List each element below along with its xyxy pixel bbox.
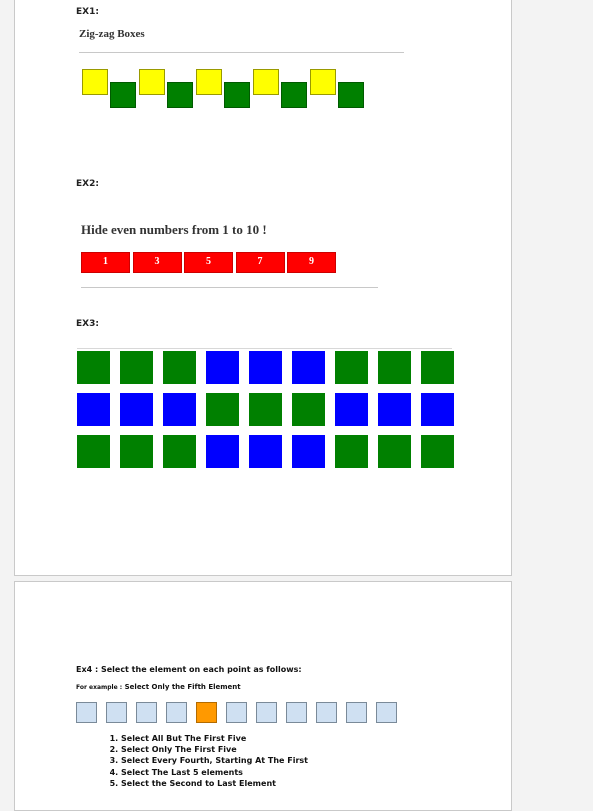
task-item: Select Every Fourth, Starting At The Fir… — [121, 755, 308, 766]
number-box: 5 — [184, 252, 233, 273]
green-grid-cell — [77, 351, 110, 384]
ex3-label: EX3: — [76, 319, 99, 329]
ex1-title: Zig-zag Boxes — [79, 28, 145, 40]
example-box — [256, 702, 277, 723]
green-grid-cell — [120, 435, 153, 468]
exercises-panel-1: EX1: Zig-zag Boxes EX2: Hide even number… — [14, 0, 512, 576]
green-zigzag-box — [338, 82, 364, 108]
blue-grid-cell — [163, 393, 196, 426]
number-box: 7 — [235, 252, 285, 273]
example-box — [226, 702, 247, 723]
yellow-zigzag-box — [253, 69, 279, 95]
example-box — [106, 702, 127, 723]
blue-grid-cell — [77, 393, 110, 426]
ex2-divider — [81, 287, 378, 288]
ex1-divider — [79, 52, 404, 53]
green-grid-cell — [77, 435, 110, 468]
green-zigzag-box — [281, 82, 307, 108]
green-grid-cell — [163, 351, 196, 384]
green-grid-cell — [292, 393, 325, 426]
task-item: Select All But The First Five — [121, 733, 308, 744]
blue-grid-cell — [206, 435, 239, 468]
blue-grid-cell — [292, 351, 325, 384]
green-grid-cell — [163, 435, 196, 468]
green-grid-cell — [335, 435, 368, 468]
ex4-title: Ex4 : Select the element on each point a… — [76, 665, 302, 674]
green-grid-cell — [120, 351, 153, 384]
grid-top-line — [77, 348, 452, 349]
green-grid-cell — [421, 435, 454, 468]
green-grid-cell — [378, 435, 411, 468]
blue-grid-cell — [120, 393, 153, 426]
example-box — [166, 702, 187, 723]
example-box — [376, 702, 397, 723]
example-box — [136, 702, 157, 723]
green-grid-cell — [206, 393, 239, 426]
green-zigzag-box — [110, 82, 136, 108]
number-box: 1 — [81, 252, 130, 273]
ex2-label: EX2: — [76, 179, 99, 189]
blue-grid-cell — [292, 435, 325, 468]
green-grid-cell — [378, 351, 411, 384]
yellow-zigzag-box — [310, 69, 336, 95]
yellow-zigzag-box — [196, 69, 222, 95]
number-box: 9 — [287, 252, 336, 273]
blue-grid-cell — [378, 393, 411, 426]
task-item: Select Only The First Five — [121, 744, 308, 755]
exercises-panel-2: Ex4 : Select the element on each point a… — [14, 581, 512, 811]
green-grid-cell — [249, 393, 282, 426]
ex1-label: EX1: — [76, 7, 99, 17]
blue-grid-cell — [206, 351, 239, 384]
ex4-example-prefix: For example : — [76, 684, 123, 691]
green-zigzag-box — [224, 82, 250, 108]
ex4-example-text: Select Only the Fifth Element — [124, 683, 241, 691]
ex2-title: Hide even numbers from 1 to 10 ! — [81, 222, 267, 237]
ex4-example: For example : Select Only the Fifth Elem… — [76, 683, 241, 691]
example-box — [346, 702, 367, 723]
blue-grid-cell — [249, 351, 282, 384]
green-grid-cell — [335, 351, 368, 384]
yellow-zigzag-box — [82, 69, 108, 95]
task-item: Select The Last 5 elements — [121, 767, 308, 778]
example-box — [76, 702, 97, 723]
blue-grid-cell — [421, 393, 454, 426]
selected-example-box — [196, 702, 217, 723]
example-box — [316, 702, 337, 723]
yellow-zigzag-box — [139, 69, 165, 95]
ex4-task-list: Select All But The First Five Select Onl… — [105, 733, 308, 789]
green-grid-cell — [421, 351, 454, 384]
number-box: 3 — [132, 252, 182, 273]
blue-grid-cell — [249, 435, 282, 468]
blue-grid-cell — [335, 393, 368, 426]
green-zigzag-box — [167, 82, 193, 108]
example-box — [286, 702, 307, 723]
task-item: Select the Second to Last Element — [121, 778, 308, 789]
